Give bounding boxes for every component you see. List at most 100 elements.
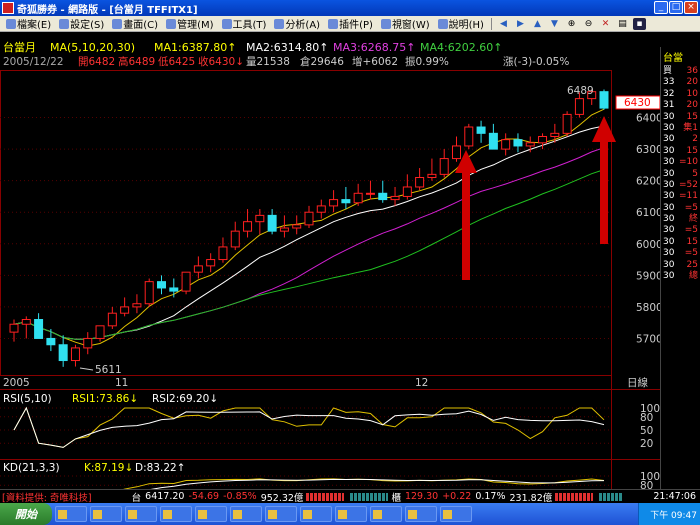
taskbar-item[interactable] [405, 506, 437, 522]
quote-row: 30 15 [661, 112, 700, 123]
app-icon [268, 509, 277, 519]
index1-bars [306, 492, 345, 501]
data-provider: [資料提供: 奇唯科技] [2, 492, 92, 504]
zoom-in-icon[interactable]: ⊕ [565, 18, 578, 30]
price-grid [0, 117, 611, 339]
candle-body [267, 214, 277, 232]
quote-row-price: 30 [663, 122, 675, 133]
up-icon[interactable]: ▲ [531, 18, 544, 30]
index1-value: 6417.20 [145, 491, 185, 502]
analysis-menu-icon [274, 18, 285, 29]
quote-row-volume: 36 [686, 66, 698, 76]
print-icon[interactable]: ▤ [616, 18, 629, 30]
quote-row: 30 =5 [661, 248, 700, 259]
quote-row: 30 =11 [661, 191, 700, 202]
menu-plugins[interactable]: 插件(P) [324, 16, 377, 31]
save-icon[interactable]: ▪ [632, 17, 646, 30]
taskbar-item[interactable] [440, 506, 472, 522]
quote-row-price: 30 [663, 225, 675, 236]
menu-help[interactable]: 說明(H) [434, 16, 488, 31]
quote-row: 30 2 [661, 134, 700, 145]
menu-settings[interactable]: 設定(S) [55, 16, 108, 31]
quote-row-price: 33 [663, 77, 675, 88]
taskbar-item[interactable] [230, 506, 262, 522]
candle-body [353, 192, 363, 204]
cross-icon[interactable]: ✕ [599, 18, 612, 30]
ma-params: MA(5,10,20,30) [50, 41, 135, 54]
candle-body [365, 192, 375, 195]
quote-row: 買 36 [661, 66, 700, 77]
price-tick-label: 6400 [636, 113, 663, 125]
quote-row: 30 15 [661, 237, 700, 248]
start-button[interactable]: 開始 [0, 503, 52, 525]
index1-name: 台 [131, 492, 142, 504]
minimize-button[interactable]: _ [654, 1, 668, 14]
forward-icon[interactable]: ▶ [514, 18, 527, 30]
window-menu-icon [380, 18, 391, 29]
zoom-out-icon[interactable]: ⊖ [582, 18, 595, 30]
candle-body [513, 139, 523, 147]
app-icon [443, 509, 452, 519]
taskbar-item[interactable] [55, 506, 87, 522]
taskbar-item[interactable] [90, 506, 122, 522]
period-label[interactable]: 日線 [627, 376, 648, 389]
quote-row: 32 10 [661, 89, 700, 100]
app-icon [128, 509, 137, 519]
menu-window[interactable]: 視窗(W) [377, 16, 434, 31]
low-annotation: 5611 [95, 364, 122, 376]
menu-manage[interactable]: 管理(M) [162, 16, 217, 31]
rsi-line-2 [13, 406, 605, 448]
taskbar-item[interactable] [265, 506, 297, 522]
quote-row-price: 買 [663, 66, 673, 76]
rsi-tick-label: 20 [640, 438, 653, 450]
menu-analysis[interactable]: 分析(A) [270, 16, 324, 31]
close-button[interactable]: × [684, 1, 698, 14]
app-icon [373, 509, 382, 519]
candle-body [452, 145, 461, 160]
candle-body [427, 173, 437, 179]
red-up-arrow-right [592, 116, 616, 244]
high-value: 高6489 [118, 55, 155, 68]
taskbar-item[interactable] [125, 506, 157, 522]
date-label-12: 12 [415, 377, 428, 389]
candle-body [476, 126, 486, 134]
right-quote-panel: 台當 買 36 33 20 32 10 31 20 30 15 30 集1 30 2 30 15 30 =10 30… [660, 47, 700, 489]
app-icon [163, 509, 172, 519]
price-tick-label: 5800 [636, 302, 663, 314]
price-tick-label: 6000 [636, 239, 663, 251]
quote-row: 33 20 [661, 77, 700, 88]
back-icon[interactable]: ◀ [497, 18, 510, 30]
taskbar-item[interactable] [300, 506, 332, 522]
tray-clock: 下午 09:47 [650, 510, 697, 521]
taskbar-item[interactable] [335, 506, 367, 522]
taskbar-item[interactable] [370, 506, 402, 522]
taskbar-item[interactable] [195, 506, 227, 522]
quote-row-volume: 5 [692, 168, 698, 179]
candle-body [341, 199, 351, 204]
taskbar-item[interactable] [160, 506, 192, 522]
candle-body [488, 132, 498, 150]
k-value: K:87.19↓ [84, 462, 133, 474]
app-icon [408, 509, 417, 519]
quote-row-volume: =52 [679, 179, 698, 190]
rsi-line-1 [13, 406, 605, 448]
menu-tools[interactable]: 工具(T) [218, 16, 271, 31]
quote-row: 30 總 [661, 271, 700, 282]
menu-file[interactable]: 檔案(E) [2, 16, 55, 31]
maximize-button[interactable]: □ [669, 1, 683, 14]
quote-row-volume: =5 [684, 225, 698, 236]
quote-row-volume: 15 [686, 111, 698, 122]
quote-row-price: 30 [663, 214, 675, 225]
down-icon[interactable]: ▼ [548, 18, 561, 30]
menu-screen[interactable]: 畫面(C) [108, 16, 162, 31]
quote-row-volume: 集1 [683, 122, 698, 133]
title-bar: 奇狐勝券 - 網路版 - [台當月 TFFITX1] _ □ × [0, 0, 700, 16]
status-bar: [資料提供: 奇唯科技] 台 6417.20 -54.69 -0.85% 952… [0, 489, 700, 504]
candle-body [402, 186, 412, 197]
quote-row-volume: 15 [686, 145, 698, 156]
candle-body [206, 259, 216, 267]
candle-body [415, 177, 425, 188]
quote-row-volume: 20 [686, 77, 698, 88]
menu-bar: 檔案(E) 設定(S) 畫面(C) 管理(M) 工具(T) 分析(A) 插件(P… [0, 16, 700, 32]
price-tick-label: 5700 [636, 333, 663, 345]
